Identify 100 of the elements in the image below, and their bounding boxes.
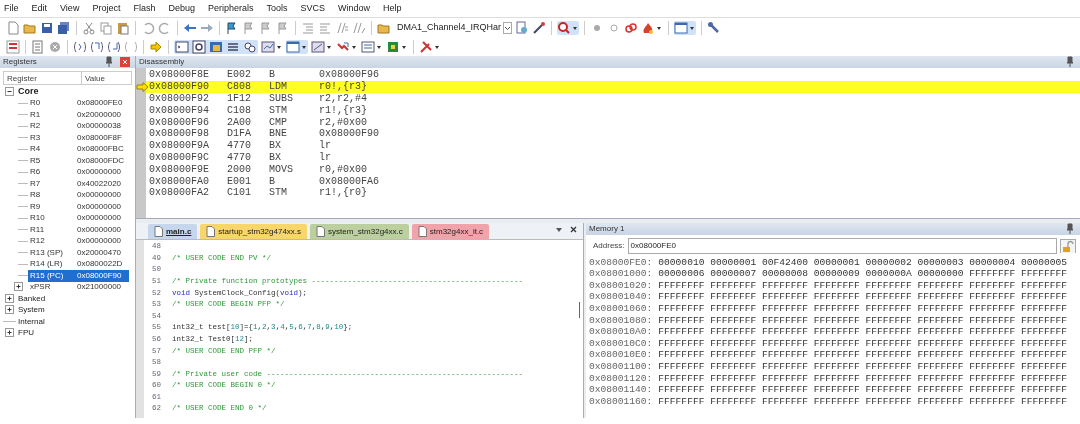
step-into-icon[interactable] xyxy=(73,39,87,54)
disassembly-row[interactable]: 0x08000F8E E002 B 0x08000F96 xyxy=(146,69,1080,81)
menu-item[interactable]: File xyxy=(4,1,19,16)
register-value: 0x08000F8F xyxy=(77,131,122,144)
register-row[interactable]: R1 0x20000000 xyxy=(28,109,129,121)
menu-item[interactable]: Peripherals xyxy=(207,1,254,16)
command-window-icon[interactable] xyxy=(175,39,189,54)
paste-icon[interactable] xyxy=(116,20,130,35)
undo-icon[interactable] xyxy=(141,20,155,35)
disassembly-row[interactable]: 0x08000FA0 E001 B 0x08000FA6 xyxy=(146,175,1080,187)
save-all-icon[interactable] xyxy=(57,20,71,35)
register-name: R12 xyxy=(29,235,46,248)
tree-node[interactable]: Core xyxy=(16,85,39,99)
trace-window-icon[interactable] xyxy=(361,39,383,54)
operands: r2,r2,#4 xyxy=(319,92,367,105)
column-header[interactable]: Value xyxy=(82,72,131,84)
register-row[interactable]: R9 0x00000000 xyxy=(28,201,129,213)
tree-node[interactable]: Banked xyxy=(16,292,46,305)
register-row[interactable]: R0 0x08000FE0 xyxy=(28,97,129,109)
register-row[interactable]: R7 0x40022020 xyxy=(28,178,129,190)
reset-icon[interactable] xyxy=(6,39,20,54)
menu-item[interactable]: View xyxy=(60,1,80,16)
memory-address: 0x08001060: xyxy=(589,302,653,316)
register-row[interactable]: R13 (SP) 0x20000470 xyxy=(28,247,129,259)
link-icon[interactable] xyxy=(624,20,639,35)
tree-node[interactable]: FPU xyxy=(16,327,34,340)
register-name: R9 xyxy=(29,200,42,213)
disassembly-row[interactable]: 0x08000F96 2A00 CMP r2,#0x00 xyxy=(146,116,1080,128)
register-row[interactable]: R12 0x00000000 xyxy=(28,235,129,247)
register-row[interactable]: R5 0x08000FDC xyxy=(28,155,129,167)
right-arrow-icon[interactable] xyxy=(149,39,163,54)
memory-window-icon[interactable] xyxy=(286,39,308,54)
disassembly-row[interactable]: 0x08000FA2 C101 STM r1!,{r0} xyxy=(146,186,1080,199)
flag-icon[interactable] xyxy=(225,20,239,35)
file-tab[interactable]: system_stm32g4xx.c xyxy=(310,224,409,239)
menu-item[interactable]: Flash xyxy=(133,1,156,16)
register-row[interactable]: R6 0x00000000 xyxy=(28,166,129,178)
register-value: 0x00000000 xyxy=(77,212,122,225)
address-label: Address: xyxy=(592,240,625,252)
address-field[interactable]: 0x08000FE0 xyxy=(627,238,1057,254)
redo-icon[interactable] xyxy=(158,20,172,35)
register-row[interactable]: R3 0x08000F8F xyxy=(28,132,129,144)
menu-item[interactable]: Window xyxy=(338,1,371,16)
disassembly-row[interactable]: 0x08000F9C 4770 BX lr xyxy=(146,151,1080,164)
new-file-icon[interactable] xyxy=(6,20,20,35)
file-tab[interactable]: startup_stm32g474xx.s xyxy=(200,224,308,239)
register-row[interactable]: R15 (PC) 0x08000F90 xyxy=(28,270,129,282)
file-tab[interactable]: main.c xyxy=(148,224,198,239)
disassembly-row[interactable]: 0x08000F9E 2000 MOVS r0,#0x00 xyxy=(146,163,1080,176)
opcode: C101 xyxy=(227,186,252,201)
register-row[interactable]: R14 (LR) 0x0800022D xyxy=(28,258,129,270)
menu-item[interactable]: Edit xyxy=(31,1,48,16)
wand-icon[interactable] xyxy=(532,20,547,35)
expand-icon[interactable] xyxy=(3,291,16,306)
panel-title: Disassembly xyxy=(139,56,185,68)
step-out-icon[interactable] xyxy=(107,39,121,54)
menu-item[interactable]: Debug xyxy=(168,1,195,16)
window-icon[interactable] xyxy=(674,20,697,35)
file-icon xyxy=(154,226,163,237)
menu-item[interactable]: Tools xyxy=(266,1,288,16)
search-icon[interactable] xyxy=(557,20,580,35)
opcode: 2000 xyxy=(227,162,252,177)
disassembly-row[interactable]: 0x08000F92 1F12 SUBS r2,r2,#4 xyxy=(146,92,1080,105)
file-icon xyxy=(417,226,427,237)
menu-item[interactable]: Project xyxy=(92,1,121,16)
disassembly-row[interactable]: 0x08000F98 D1FA BNE 0x08000F90 xyxy=(146,128,1080,140)
register-row[interactable]: xPSR 0x21000000 xyxy=(28,281,129,293)
register-row[interactable]: R4 0x08000FBC xyxy=(28,143,129,155)
uncomment-icon[interactable] xyxy=(352,20,366,35)
register-value: 0x20000470 xyxy=(77,246,122,259)
symbols-window-icon[interactable] xyxy=(209,39,223,54)
step-over-icon[interactable] xyxy=(90,39,104,54)
instruction-address: 0x08000F9E xyxy=(149,162,210,177)
watch-window-icon[interactable] xyxy=(261,39,283,54)
comment-icon[interactable] xyxy=(335,20,349,35)
serial-window-icon[interactable] xyxy=(311,39,333,54)
disassembly-window-icon[interactable] xyxy=(192,39,206,54)
disassembly-row[interactable]: 0x08000F90 C808 LDM r0!,{r3} xyxy=(146,80,1080,93)
disassembly-row[interactable]: 0x08000F9A 4770 BX lr xyxy=(146,139,1080,152)
chip-icon[interactable] xyxy=(386,39,408,54)
cut-icon[interactable] xyxy=(82,20,96,35)
file-tab[interactable]: stm32g4xx_it.c xyxy=(411,224,490,239)
disassembly-row[interactable]: 0x08000F94 C108 STM r1!,{r3} xyxy=(146,104,1080,117)
tree-node[interactable]: Internal xyxy=(16,315,45,328)
file-icon xyxy=(316,226,326,237)
register-row[interactable]: R11 0x00000000 xyxy=(28,224,129,236)
collapse-icon[interactable] xyxy=(3,84,16,99)
register-row[interactable]: R8 0x00000000 xyxy=(28,189,129,201)
menu-item[interactable]: SVCS xyxy=(300,1,325,16)
menu-item[interactable]: Help xyxy=(383,1,402,16)
register-row[interactable]: R2 0x00000038 xyxy=(28,120,129,132)
caret-icon[interactable] xyxy=(503,21,513,34)
save-icon[interactable] xyxy=(40,20,54,35)
register-row[interactable]: R10 0x00000000 xyxy=(28,212,129,224)
tree-node[interactable]: System xyxy=(16,304,45,317)
function-combo[interactable]: DMA1_Channel4_IRQHar xyxy=(394,20,513,35)
column-header[interactable]: Register xyxy=(4,72,82,84)
call-stack-icon[interactable] xyxy=(243,39,257,54)
register-name: R6 xyxy=(29,166,42,179)
register-name: R10 xyxy=(29,212,46,225)
